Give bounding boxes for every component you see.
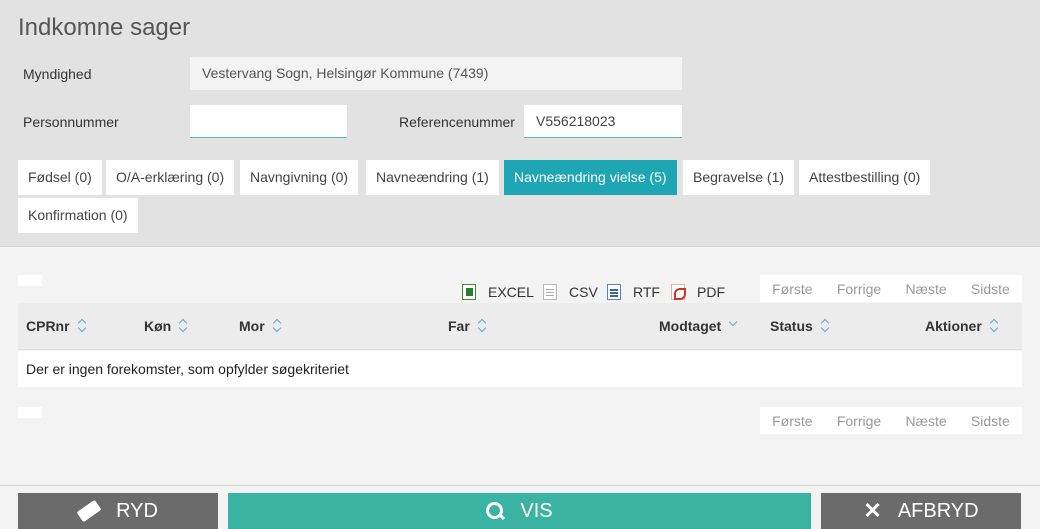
- column-label: Status: [770, 318, 813, 334]
- referencenummer-label: Referencenummer: [399, 114, 515, 130]
- column-label: Far: [448, 318, 470, 334]
- cancel-button-label: AFBRYD: [897, 499, 979, 522]
- tab-foedsel[interactable]: Fødsel (0): [18, 160, 102, 195]
- tab-navngivning[interactable]: Navngivning (0): [240, 160, 359, 195]
- column-label: Mor: [239, 318, 265, 334]
- csv-icon: [543, 284, 557, 300]
- column-label: Modtaget: [659, 318, 722, 334]
- show-button-label: VIS: [520, 499, 553, 522]
- tab-navneaendring-vielse[interactable]: Navneændring vielse (5): [504, 160, 677, 195]
- close-icon: ✕: [863, 498, 882, 523]
- column-header-mor[interactable]: Mor: [239, 303, 281, 350]
- personnummer-input[interactable]: [190, 105, 347, 138]
- export-excel-label: EXCEL: [488, 284, 534, 300]
- pager-first-link[interactable]: Første: [772, 413, 812, 429]
- export-csv-button[interactable]: CSV: [543, 283, 598, 301]
- sort-icon: [273, 320, 281, 332]
- sort-icon: [478, 320, 486, 332]
- export-rtf-button[interactable]: RTF: [607, 283, 660, 301]
- export-pdf-label: PDF: [697, 284, 725, 300]
- page-size-box-top[interactable]: [18, 275, 42, 286]
- tab-konfirmation[interactable]: Konfirmation (0): [18, 198, 138, 233]
- myndighed-field: Vestervang Sogn, Helsingør Kommune (7439…: [190, 57, 682, 90]
- footer-divider: [0, 485, 1040, 486]
- show-button[interactable]: VIS: [228, 493, 811, 529]
- pager-next-link[interactable]: Næste: [905, 413, 946, 429]
- personnummer-label: Personnummer: [23, 114, 119, 130]
- pager-prev-link[interactable]: Forrige: [837, 413, 881, 429]
- pager-top: Første Forrige Næste Sidste: [760, 275, 1022, 302]
- excel-icon: [462, 284, 476, 300]
- clear-button-label: RYD: [116, 499, 158, 522]
- column-header-far[interactable]: Far: [448, 303, 486, 350]
- pager-prev-link[interactable]: Forrige: [837, 281, 881, 297]
- pager-next-link[interactable]: Næste: [905, 281, 946, 297]
- export-pdf-button[interactable]: PDF: [671, 283, 725, 301]
- tab-navneaendring[interactable]: Navneændring (1): [366, 160, 499, 195]
- column-header-aktioner[interactable]: Aktioner: [925, 303, 998, 350]
- column-header-koen[interactable]: Køn: [144, 303, 187, 350]
- rtf-icon: [607, 284, 621, 300]
- cancel-button[interactable]: ✕ AFBRYD: [821, 493, 1021, 529]
- pdf-icon: [671, 284, 686, 300]
- tab-oa-erklaering[interactable]: O/A-erklæring (0): [106, 160, 235, 195]
- sort-icon: [179, 320, 187, 332]
- sort-icon: [821, 320, 829, 332]
- tab-begravelse[interactable]: Begravelse (1): [683, 160, 795, 195]
- clear-button[interactable]: RYD: [18, 493, 218, 529]
- column-header-cprnr[interactable]: CPRnr: [26, 303, 86, 350]
- column-label: Aktioner: [925, 318, 982, 334]
- sort-icon: [78, 320, 86, 332]
- tab-attestbestilling[interactable]: Attestbestilling (0): [799, 160, 931, 195]
- pager-bottom: Første Forrige Næste Sidste: [760, 407, 1022, 434]
- column-label: CPRnr: [26, 318, 70, 334]
- referencenummer-input[interactable]: V556218023: [524, 105, 682, 138]
- search-panel: Indkomne sager Myndighed Vestervang Sogn…: [0, 0, 1040, 247]
- page-title: Indkomne sager: [18, 14, 191, 41]
- myndighed-label: Myndighed: [23, 66, 92, 82]
- pager-last-link[interactable]: Sidste: [971, 281, 1010, 297]
- page-size-box-bottom[interactable]: [18, 407, 42, 418]
- export-excel-button[interactable]: EXCEL: [462, 283, 534, 301]
- pager-first-link[interactable]: Første: [772, 281, 812, 297]
- table-header: CPRnr Køn Mor Far Modtaget Status Aktion…: [18, 303, 1022, 350]
- sort-desc-icon: [729, 317, 737, 329]
- export-rtf-label: RTF: [633, 284, 660, 300]
- export-csv-label: CSV: [569, 284, 598, 300]
- column-label: Køn: [144, 318, 172, 334]
- column-header-status[interactable]: Status: [770, 303, 829, 350]
- pager-last-link[interactable]: Sidste: [971, 413, 1010, 429]
- eraser-icon: [76, 499, 102, 523]
- empty-table-message: Der er ingen forekomster, som opfylder s…: [18, 351, 1022, 387]
- column-header-modtaget[interactable]: Modtaget: [659, 303, 737, 350]
- search-icon: [486, 502, 504, 520]
- sort-icon: [990, 320, 998, 332]
